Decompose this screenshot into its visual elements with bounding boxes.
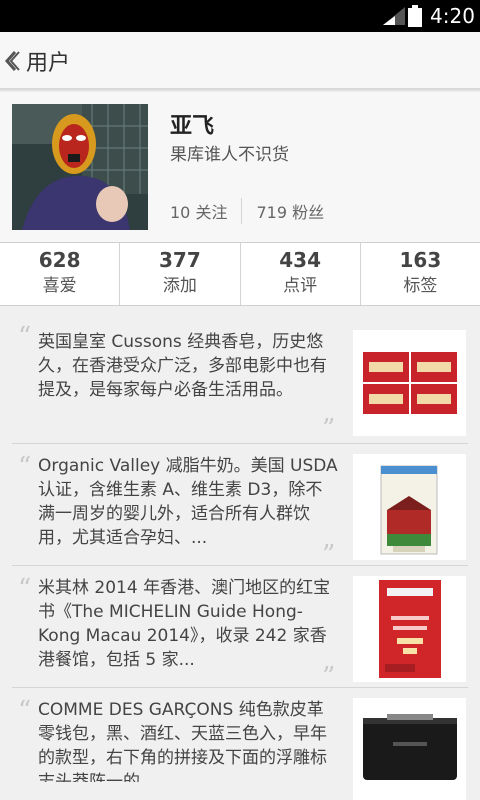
stat-value: 434 <box>279 248 321 272</box>
follow-row: 10 关注 719 粉丝 <box>170 198 324 224</box>
stat-added[interactable]: 377 添加 <box>120 243 241 305</box>
quote-open-icon: “ <box>18 574 32 604</box>
stat-label: 点评 <box>283 276 318 296</box>
product-thumbnail[interactable] <box>353 454 466 560</box>
stat-likes[interactable]: 628 喜爱 <box>0 243 121 305</box>
battery-icon <box>408 5 422 27</box>
stat-label: 添加 <box>162 276 197 296</box>
profile-bio: 果库谁人不识货 <box>170 145 289 165</box>
quote-open-icon: “ <box>18 322 32 352</box>
back-button[interactable]: 用户 <box>0 32 160 90</box>
review-text: 英国皇室 Cussons 经典香皂，历史悠久，在香港受众广泛，多部电影中也有提及… <box>38 332 327 400</box>
quote-close-icon: ” <box>322 662 336 692</box>
list-item[interactable]: “ 英国皇室 Cussons 经典香皂，历史悠久，在香港受众广泛，多部电影中也有… <box>12 322 468 444</box>
product-thumbnail[interactable] <box>353 576 466 682</box>
following-count[interactable]: 10 关注 <box>170 199 227 223</box>
review-text: Organic Valley 减脂牛奶。美国 USDA 认证，含维生素 A、维生… <box>38 456 338 548</box>
page-title: 用户 <box>26 51 71 76</box>
list-item[interactable]: “ Organic Valley 减脂牛奶。美国 USDA 认证，含维生素 A、… <box>12 444 468 570</box>
list-item[interactable]: “ COMME DES GARÇONS 纯色款皮革零钱包，黑、酒红、天蓝三色入，… <box>12 688 468 800</box>
profile-name: 亚飞 <box>170 114 215 139</box>
follow-divider <box>241 198 243 224</box>
quote-close-icon: ” <box>322 414 336 444</box>
stat-tags[interactable]: 163 标签 <box>361 243 480 305</box>
stat-reviews[interactable]: 434 点评 <box>241 243 361 305</box>
review-text: COMME DES GARÇONS 纯色款皮革零钱包，黑、酒红、天蓝三色入，早年… <box>38 700 327 782</box>
chevron-left-icon <box>4 51 20 71</box>
status-time: 4:20 <box>430 4 475 28</box>
quote-open-icon: “ <box>18 696 32 726</box>
status-bar: 4:20 <box>0 0 480 32</box>
avatar[interactable] <box>12 104 148 230</box>
quote-close-icon: ” <box>322 540 336 570</box>
stat-value: 163 <box>399 248 442 272</box>
product-thumbnail[interactable] <box>353 698 466 800</box>
stat-value: 628 <box>38 248 81 272</box>
action-bar: 用户 <box>0 32 480 90</box>
list-item[interactable]: “ 米其林 2014 年香港、澳门地区的红宝书《The MICHELIN Gui… <box>12 566 468 692</box>
review-text: 米其林 2014 年香港、澳门地区的红宝书《The MICHELIN Guide… <box>38 578 331 670</box>
stat-value: 377 <box>159 248 201 272</box>
signal-icon <box>383 7 405 25</box>
stats-bar: 628 喜爱 377 添加 434 点评 163 标签 <box>0 242 480 306</box>
quote-open-icon: “ <box>18 452 32 482</box>
review-feed[interactable]: “ 英国皇室 Cussons 经典香皂，历史悠久，在香港受众广泛，多部电影中也有… <box>0 306 480 800</box>
stat-label: 喜爱 <box>42 276 77 296</box>
followers-count[interactable]: 719 粉丝 <box>256 199 324 223</box>
stat-label: 标签 <box>403 276 438 296</box>
product-thumbnail[interactable] <box>353 330 466 436</box>
